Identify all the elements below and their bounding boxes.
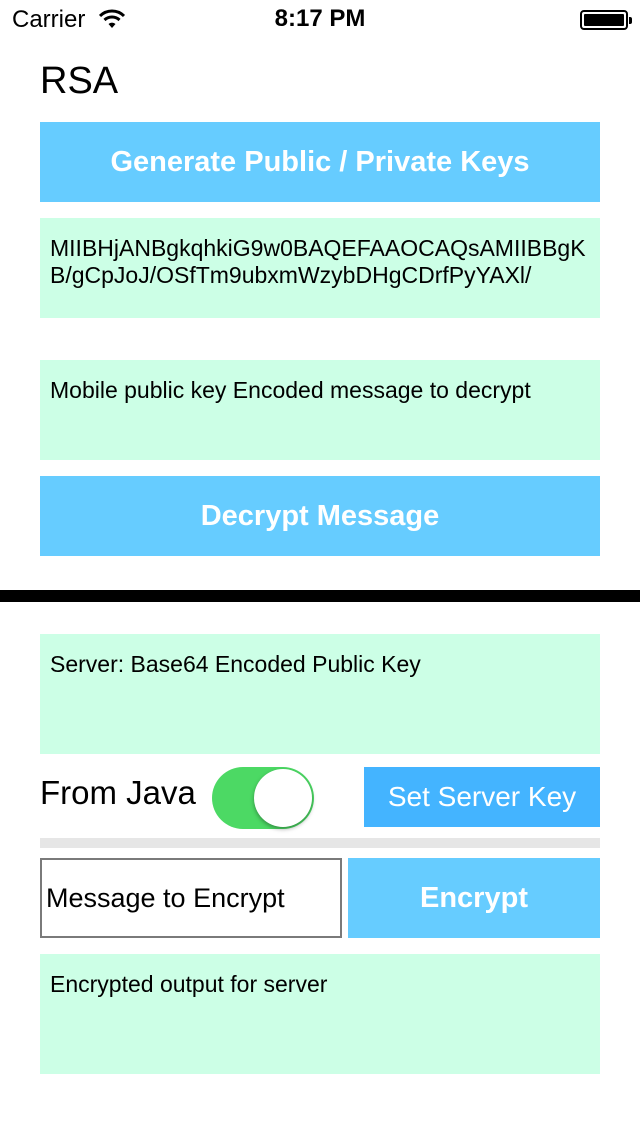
status-time: 8:17 PM — [274, 5, 366, 32]
encrypted-output-placeholder: Encrypted output for server — [50, 971, 328, 997]
from-java-toggle[interactable] — [212, 767, 314, 829]
generate-keys-button[interactable]: Generate Public / Private Keys — [40, 122, 600, 202]
message-placeholder: Message to Encrypt — [46, 882, 285, 913]
public-key-text: MIIBHjANBgkqhkiG9w0BAQEFAAOCAQsAMIIBBgKB… — [50, 235, 586, 288]
toggle-knob — [254, 769, 312, 827]
message-to-encrypt-input[interactable]: Message to Encrypt — [40, 858, 342, 938]
decrypt-message-button[interactable]: Decrypt Message — [40, 476, 600, 556]
public-key-field[interactable]: MIIBHjANBgkqhkiG9w0BAQEFAAOCAQsAMIIBBgKB… — [40, 218, 600, 318]
from-java-label: From Java — [40, 774, 196, 811]
decrypt-message-placeholder: Mobile public key Encoded message to dec… — [50, 377, 531, 403]
separator-bar — [40, 838, 600, 848]
encrypt-button[interactable]: Encrypt — [348, 858, 600, 938]
server-key-placeholder: Server: Base64 Encoded Public Key — [50, 651, 421, 677]
set-server-key-button[interactable]: Set Server Key — [364, 767, 600, 827]
battery-icon — [580, 10, 632, 30]
decrypt-message-input[interactable]: Mobile public key Encoded message to dec… — [40, 360, 600, 460]
server-key-input[interactable]: Server: Base64 Encoded Public Key — [40, 634, 600, 754]
section-divider — [0, 590, 640, 602]
page-title: RSA — [40, 60, 119, 102]
encrypted-output-field[interactable]: Encrypted output for server — [40, 954, 600, 1074]
